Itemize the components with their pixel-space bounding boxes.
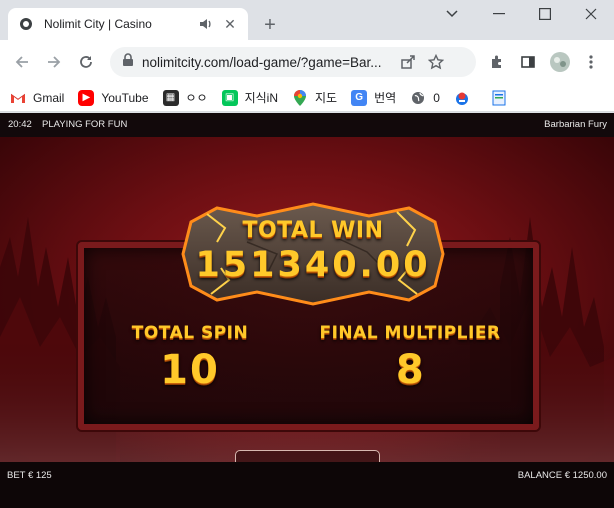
more-menu-icon[interactable] <box>576 47 606 77</box>
bookmark-gmail[interactable]: Gmail <box>10 90 64 106</box>
game-background: TOTAL WIN 151340.00 TOTAL SPIN 10 FINAL … <box>0 137 614 487</box>
bookmarks-bar: Gmail ▶ YouTube ▦ ㅇㅇ ▣ 지식iN 지도 G 번역 0 <box>0 84 614 112</box>
bookmark-label: Gmail <box>33 90 65 105</box>
share-icon[interactable] <box>394 48 422 76</box>
active-tab[interactable]: Nolimit City | Casino ✕ <box>8 8 248 40</box>
bookmark-maps[interactable]: 지도 <box>292 89 337 106</box>
naver-icon: ▣ <box>221 89 238 106</box>
reload-icon[interactable] <box>71 47 101 77</box>
bookmark-youtube[interactable]: ▶ YouTube <box>78 89 149 106</box>
bookmark-extension[interactable] <box>454 90 477 106</box>
final-multiplier-label: FINAL MULTIPLIER <box>319 323 501 343</box>
address-bar[interactable]: nolimitcity.com/load-game/?game=Bar... <box>110 47 476 77</box>
game-clock: 20:42 <box>8 119 32 130</box>
maps-icon <box>292 89 308 106</box>
bookmark-star-icon[interactable] <box>422 48 450 76</box>
audio-playing-icon[interactable] <box>198 16 214 32</box>
nolimit-favicon-icon <box>18 16 34 32</box>
close-window-icon[interactable] <box>568 0 614 28</box>
tab-strip: Nolimit City | Casino ✕ + <box>0 0 614 40</box>
total-win-label: TOTAL WIN <box>242 218 384 243</box>
new-tab-button[interactable]: + <box>258 14 282 38</box>
url-text[interactable]: nolimitcity.com/load-game/?game=Bar... <box>142 55 394 70</box>
maximize-window-icon[interactable] <box>522 0 568 28</box>
game-canvas[interactable]: TOTAL WIN 151340.00 TOTAL SPIN 10 FINAL … <box>0 113 614 508</box>
game-top-bar: 20:42 PLAYING FOR FUN Barbarian Fury <box>0 113 614 137</box>
close-tab-icon[interactable]: ✕ <box>222 16 238 32</box>
forward-arrow-icon[interactable] <box>39 47 69 77</box>
lock-icon[interactable] <box>122 52 134 72</box>
chevron-down-icon[interactable] <box>429 0 475 28</box>
extensions-puzzle-icon[interactable] <box>482 47 512 77</box>
total-win-amount: 151340.00 <box>195 245 431 285</box>
bookmark-translate[interactable]: G 번역 <box>351 89 396 106</box>
total-spin-label: TOTAL SPIN <box>131 323 249 343</box>
balance-amount: BALANCE € 1250.00 <box>517 470 607 481</box>
globe-icon <box>410 90 426 106</box>
gmail-icon <box>10 90 26 106</box>
game-name: Barbarian Fury <box>544 119 607 130</box>
game-bottom-bar: BET € 125 BALANCE € 1250.00 <box>0 462 614 508</box>
bookmark-label: 번역 <box>374 91 397 105</box>
page-icon <box>491 90 507 106</box>
bookmark-label: 지식iN <box>244 91 279 105</box>
bookmark-oo[interactable]: ▦ ㅇㅇ <box>162 89 208 106</box>
bookmark-jisik-in[interactable]: ▣ 지식iN <box>221 89 279 106</box>
total-spin-value: 10 <box>160 347 220 393</box>
bookmark-label: 0 <box>433 90 440 105</box>
youtube-icon: ▶ <box>78 89 95 106</box>
extension-badge-icon <box>454 90 470 106</box>
tab-title: Nolimit City | Casino <box>44 17 152 31</box>
minimize-window-icon[interactable] <box>476 0 522 28</box>
profile-avatar[interactable] <box>545 47 575 77</box>
bet-amount[interactable]: BET € 125 <box>7 470 52 481</box>
side-panel-icon[interactable] <box>513 47 543 77</box>
bookmark-label: YouTube <box>101 90 149 105</box>
back-arrow-icon[interactable] <box>7 47 37 77</box>
bookmark-globe[interactable]: 0 <box>410 90 440 106</box>
bookmark-label: ㅇㅇ <box>185 91 208 105</box>
film-icon: ▦ <box>162 89 179 106</box>
final-multiplier-value: 8 <box>395 347 425 393</box>
translate-icon: G <box>351 89 368 106</box>
bookmark-page[interactable] <box>491 90 514 106</box>
play-mode-label: PLAYING FOR FUN <box>42 119 128 130</box>
bookmark-label: 지도 <box>315 91 338 105</box>
